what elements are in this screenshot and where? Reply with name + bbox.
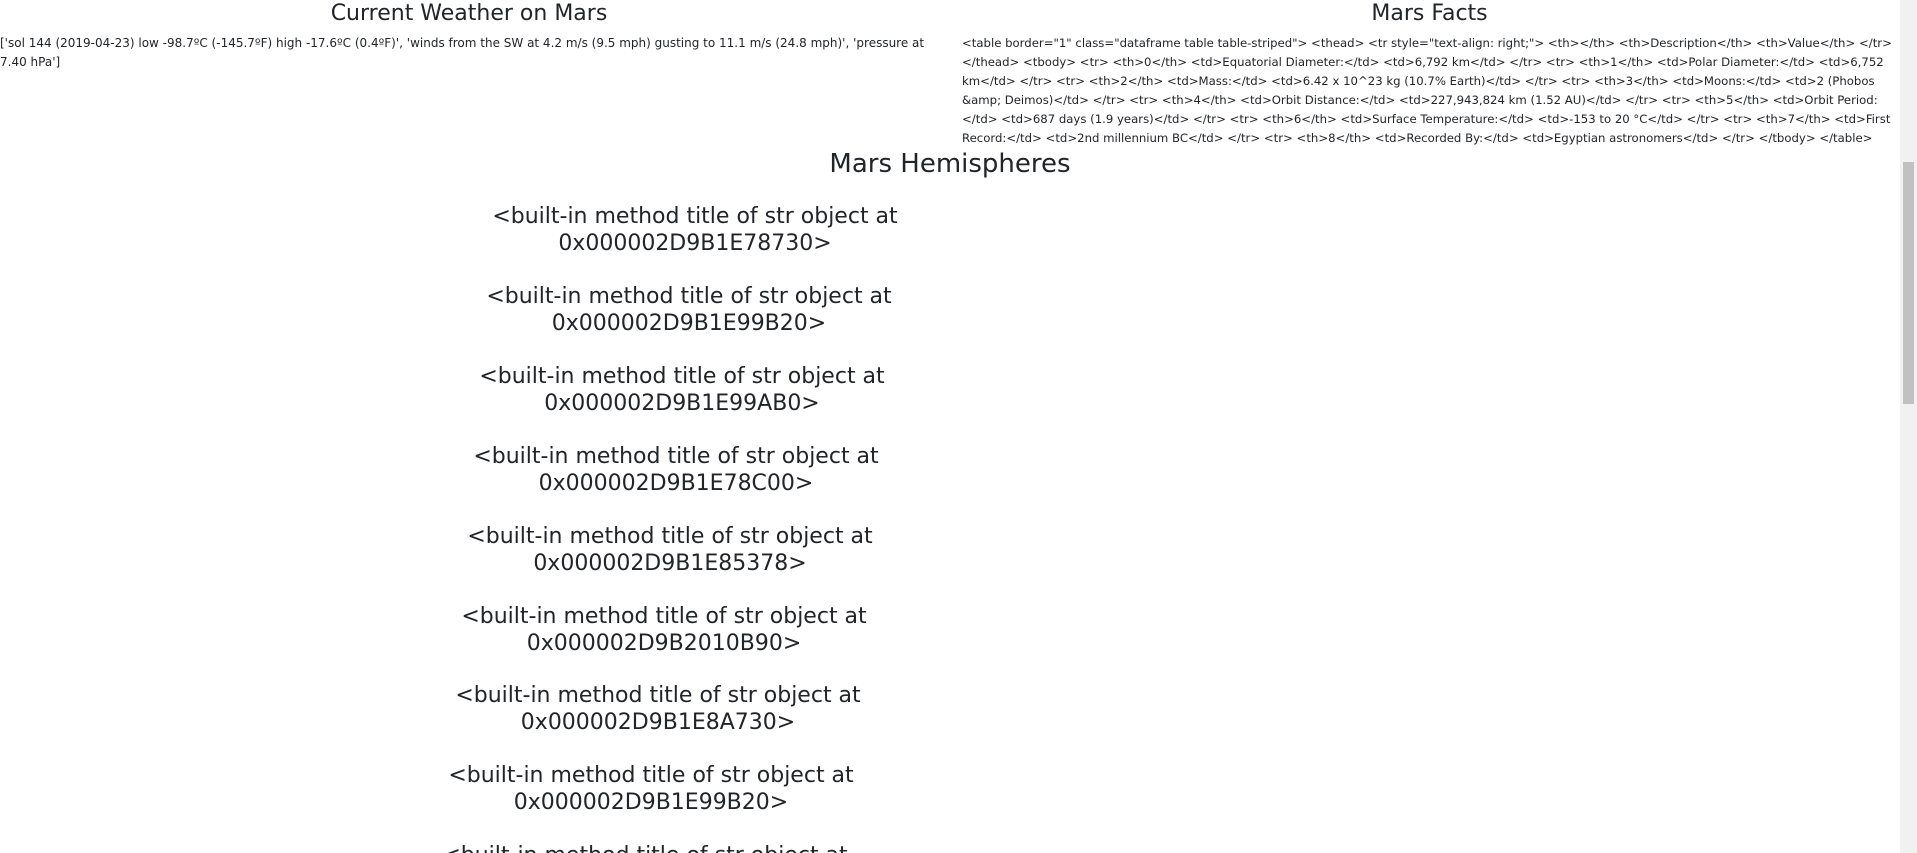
facts-heading: Mars Facts	[1371, 1, 1488, 26]
hemisphere-title: <built-in method title of str object at …	[467, 524, 873, 576]
weather-text: ['sol 144 (2019-04-23) low -98.7ºC (-145…	[0, 36, 925, 69]
page: Current Weather on Mars ['sol 144 (2019-…	[0, 0, 1917, 853]
weather-heading: Current Weather on Mars	[330, 1, 608, 26]
hemisphere-title: <built-in method title of str object at …	[455, 683, 861, 735]
scrollbar-thumb[interactable]	[1903, 162, 1914, 404]
hemisphere-title: <built-in method title of str object at …	[448, 763, 854, 815]
hemisphere-title: <built-in method title of str object at …	[479, 364, 885, 416]
hemisphere-title: <built-in method title of str object at …	[473, 444, 879, 496]
facts-raw-html-text: <table border="1" class="dataframe table…	[962, 36, 1892, 145]
hemispheres-heading: Mars Hemispheres	[829, 149, 1071, 179]
weather-section: Current Weather on Mars ['sol 144 (2019-…	[0, 0, 938, 72]
hemisphere-title: <built-in method title of str object at …	[486, 284, 892, 336]
hemisphere-title: <built-in method title of str object at …	[461, 604, 867, 656]
facts-section: Mars Facts <table border="1" class="data…	[962, 0, 1897, 148]
vertical-scrollbar[interactable]	[1900, 0, 1917, 853]
hemisphere-title: <built-in method title of str object at …	[492, 204, 898, 256]
hemisphere-title: <built-in method title of str object at	[415, 842, 875, 853]
